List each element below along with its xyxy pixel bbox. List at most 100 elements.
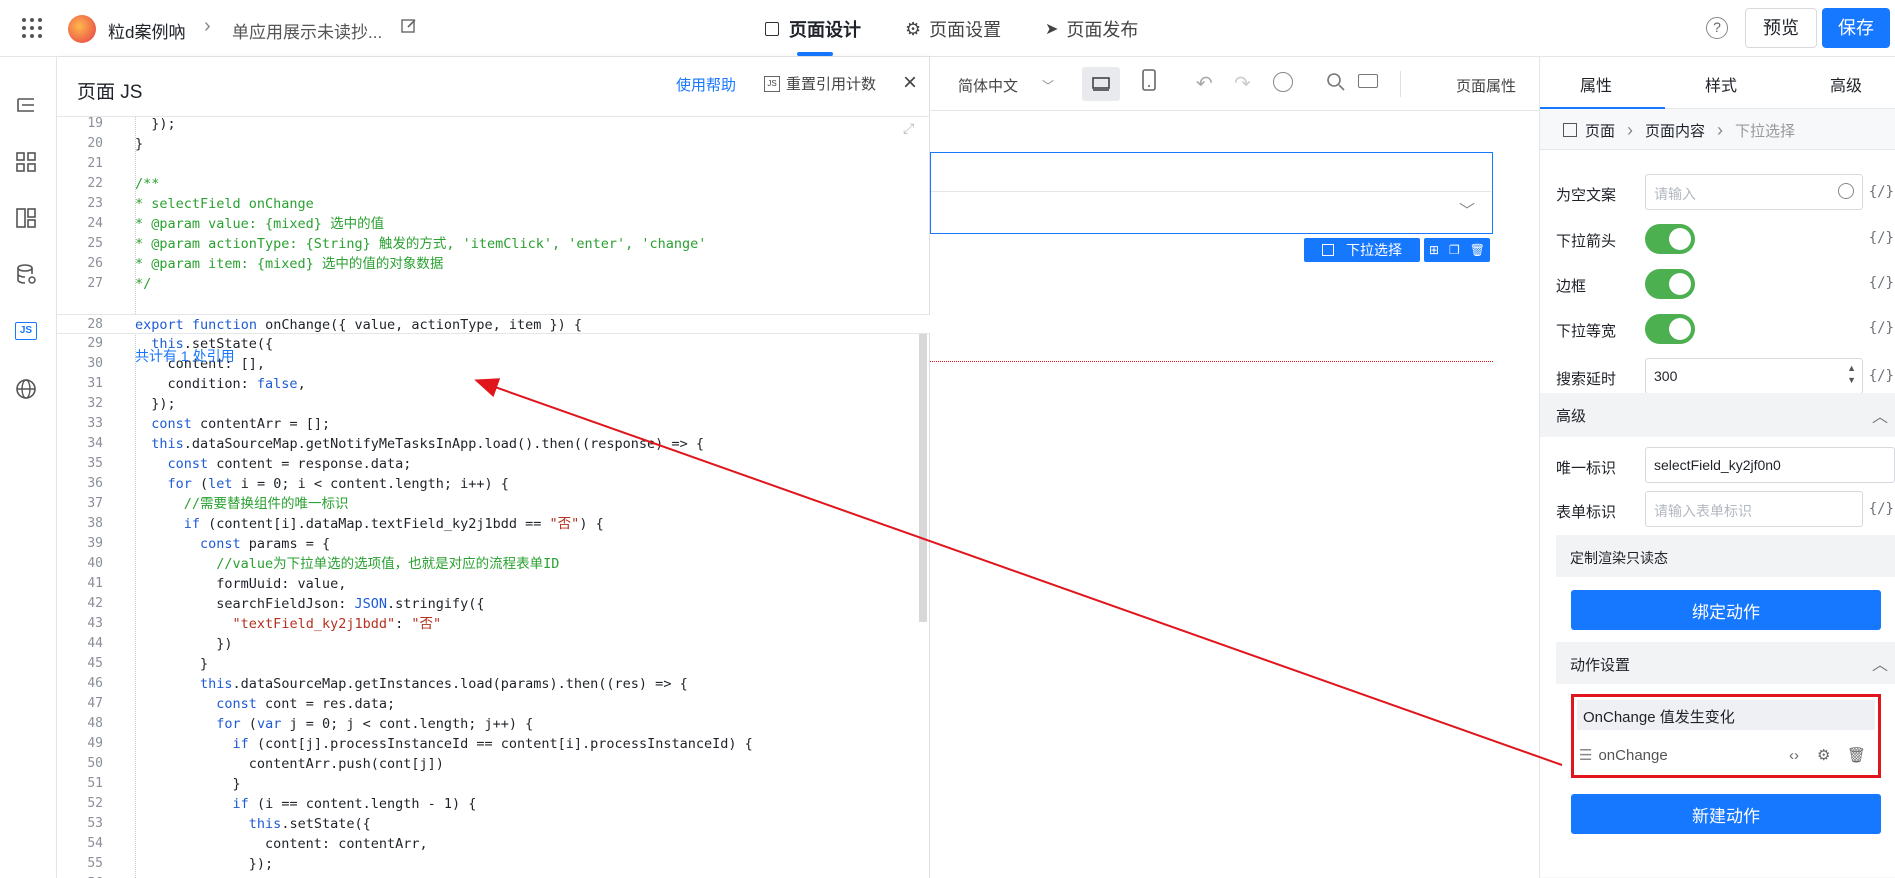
fx-variable-icon[interactable]: {/}: [1869, 184, 1894, 200]
code-line[interactable]: 46 this.dataSourceMap.getInstances.load(…: [57, 674, 930, 694]
code-line[interactable]: 48 for (var j = 0; j < cont.length; j++)…: [57, 714, 930, 734]
delete-component-icon[interactable]: 🗑: [1470, 243, 1485, 257]
unique-id-input[interactable]: selectField_ky2jf0n0: [1645, 447, 1895, 483]
code-line[interactable]: 37 //需要替换组件的唯一标识: [57, 494, 930, 514]
page-properties-button[interactable]: 页面属性: [1456, 75, 1516, 96]
new-action-button[interactable]: 新建动作: [1571, 794, 1881, 834]
edit-icon[interactable]: [400, 17, 418, 35]
code-line[interactable]: 43 "textField_ky2j1bdd": "否": [57, 614, 930, 634]
code-line[interactable]: 55 });: [57, 854, 930, 874]
tab-page-publish[interactable]: ➤ 页面发布: [1045, 16, 1138, 42]
components-icon[interactable]: [12, 148, 40, 176]
drag-handle-icon[interactable]: ☰: [1579, 746, 1592, 764]
code-line[interactable]: 41 formUuid: value,: [57, 574, 930, 594]
close-icon[interactable]: ×: [903, 69, 917, 97]
empty-text-input[interactable]: 请输入: [1645, 174, 1863, 210]
code-line[interactable]: 49 if (cont[j].processInstanceId == cont…: [57, 734, 930, 754]
code-icon[interactable]: ‹›: [1789, 747, 1799, 764]
keyboard-icon[interactable]: [1358, 74, 1378, 88]
code-line[interactable]: 23 * selectField onChange: [57, 194, 930, 214]
code-line[interactable]: 52 if (i == content.length - 1) {: [57, 794, 930, 814]
onchange-row[interactable]: ☰ onChange ‹› ⚙ 🗑: [1577, 737, 1875, 773]
history-icon[interactable]: [1273, 72, 1293, 92]
reference-count-link[interactable]: 共计有 1 处引用: [135, 346, 235, 366]
preview-button[interactable]: 预览: [1745, 8, 1817, 48]
code-line[interactable]: 50 contentArr.push(cont[j]): [57, 754, 930, 774]
code-line[interactable]: 28 export function onChange({ value, acti…: [57, 314, 930, 334]
help-link[interactable]: 使用帮助: [676, 74, 736, 95]
page-name[interactable]: 单应用展示未读抄...: [232, 18, 382, 43]
code-line[interactable]: 47 const cont = res.data;: [57, 694, 930, 714]
code-line[interactable]: 54 content: contentArr,: [57, 834, 930, 854]
tab-advanced[interactable]: 高级: [1830, 72, 1862, 96]
code-line[interactable]: 27 */: [57, 274, 930, 294]
search-delay-input[interactable]: 300 ▲ ▼: [1645, 358, 1863, 394]
border-toggle[interactable]: [1645, 269, 1695, 299]
code-line[interactable]: 44 }): [57, 634, 930, 654]
equal-width-toggle[interactable]: [1645, 314, 1695, 344]
tab-style[interactable]: 样式: [1705, 72, 1737, 96]
code-line[interactable]: 53 this.setState({: [57, 814, 930, 834]
undo-icon[interactable]: ↶: [1196, 71, 1213, 96]
datasource-icon[interactable]: [12, 260, 40, 288]
layout-icon[interactable]: [12, 204, 40, 232]
save-button[interactable]: 保存: [1822, 8, 1890, 48]
outline-tree-icon[interactable]: [12, 92, 40, 120]
code-line[interactable]: 38 if (content[i].dataMap.textField_ky2j…: [57, 514, 930, 534]
bind-action-button[interactable]: 绑定动作: [1571, 590, 1881, 630]
code-line[interactable]: 25 * @param actionType: {String} 触发的方式, '…: [57, 234, 930, 254]
breadcrumb-item-content[interactable]: 页面内容: [1645, 120, 1705, 141]
code-line[interactable]: 35 const content = response.data;: [57, 454, 930, 474]
code-line[interactable]: 32 });: [57, 394, 930, 414]
fx-variable-icon[interactable]: {/}: [1869, 368, 1894, 384]
code-line[interactable]: 51 }: [57, 774, 930, 794]
help-icon[interactable]: ?: [1706, 17, 1728, 39]
code-line[interactable]: 19 });: [57, 117, 930, 134]
arrow-toggle[interactable]: [1645, 224, 1695, 254]
code-line[interactable]: 36 for (let i = 0; i < content.length; i…: [57, 474, 930, 494]
custom-readonly-header[interactable]: 定制渲染只读态: [1556, 535, 1895, 577]
js-icon[interactable]: JS: [12, 317, 40, 345]
settings-icon[interactable]: ⚙: [1817, 746, 1830, 764]
tab-properties[interactable]: 属性: [1580, 72, 1612, 96]
breadcrumb-item-page[interactable]: 页面: [1585, 120, 1615, 141]
copy-component-icon[interactable]: ❐: [1449, 243, 1460, 257]
code-line[interactable]: 34 this.dataSourceMap.getNotifyMeTasksIn…: [57, 434, 930, 454]
globe-icon[interactable]: [12, 375, 40, 403]
mobile-view-icon[interactable]: [1140, 69, 1158, 96]
language-select[interactable]: 简体中文 ﹀: [958, 75, 1054, 96]
code-line[interactable]: 20}: [57, 134, 930, 154]
code-line[interactable]: 56 }: [57, 874, 930, 878]
delete-icon[interactable]: 🗑: [1847, 746, 1866, 764]
code-line[interactable]: 39 const params = {: [57, 534, 930, 554]
desktop-view-icon[interactable]: [1082, 67, 1120, 101]
add-component-icon[interactable]: ⊞: [1429, 243, 1439, 257]
code-line[interactable]: 45 }: [57, 654, 930, 674]
form-id-input[interactable]: 请输入表单标识: [1645, 491, 1863, 527]
action-settings-header[interactable]: 动作设置 ︿: [1556, 642, 1895, 684]
app-name[interactable]: 粒d案例吶: [108, 18, 185, 43]
search-icon[interactable]: [1326, 72, 1346, 97]
code-line[interactable]: 22 /**: [57, 174, 930, 194]
code-line[interactable]: 21: [57, 154, 930, 174]
tab-page-design[interactable]: 页面设计: [765, 16, 861, 42]
code-line[interactable]: 33 const contentArr = [];: [57, 414, 930, 434]
component-tag[interactable]: 下拉选择: [1304, 238, 1420, 262]
fx-variable-icon[interactable]: {/}: [1869, 501, 1894, 517]
globe-icon[interactable]: [1838, 183, 1854, 199]
reset-ref-count-button[interactable]: JS 重置引用计数: [764, 73, 876, 94]
code-line[interactable]: 40 //value为下拉单选的选项值，也就是对应的流程表单ID: [57, 554, 930, 574]
selected-select-field[interactable]: ﹀: [930, 152, 1493, 234]
advanced-section-header[interactable]: 高级 ︿: [1540, 393, 1895, 437]
code-line[interactable]: 24 * @param value: {mixed} 选中的值: [57, 214, 930, 234]
code-line[interactable]: 42 searchFieldJson: JSON.stringify({: [57, 594, 930, 614]
code-line[interactable]: 26 * @param item: {mixed} 选中的值的对象数据: [57, 254, 930, 274]
code-editor[interactable]: ⤢ 19 }); 20} 21 22/** 23 * selectField onChan…: [57, 117, 930, 878]
redo-icon[interactable]: ↷: [1234, 71, 1251, 96]
tab-page-settings[interactable]: ⚙ 页面设置: [905, 16, 1001, 42]
fx-variable-icon[interactable]: {/}: [1869, 320, 1894, 336]
fx-variable-icon[interactable]: {/}: [1869, 230, 1894, 246]
stepper-icon[interactable]: ▲ ▼: [1847, 362, 1856, 386]
fx-variable-icon[interactable]: {/}: [1869, 275, 1894, 291]
apps-grid-icon[interactable]: [22, 18, 42, 38]
